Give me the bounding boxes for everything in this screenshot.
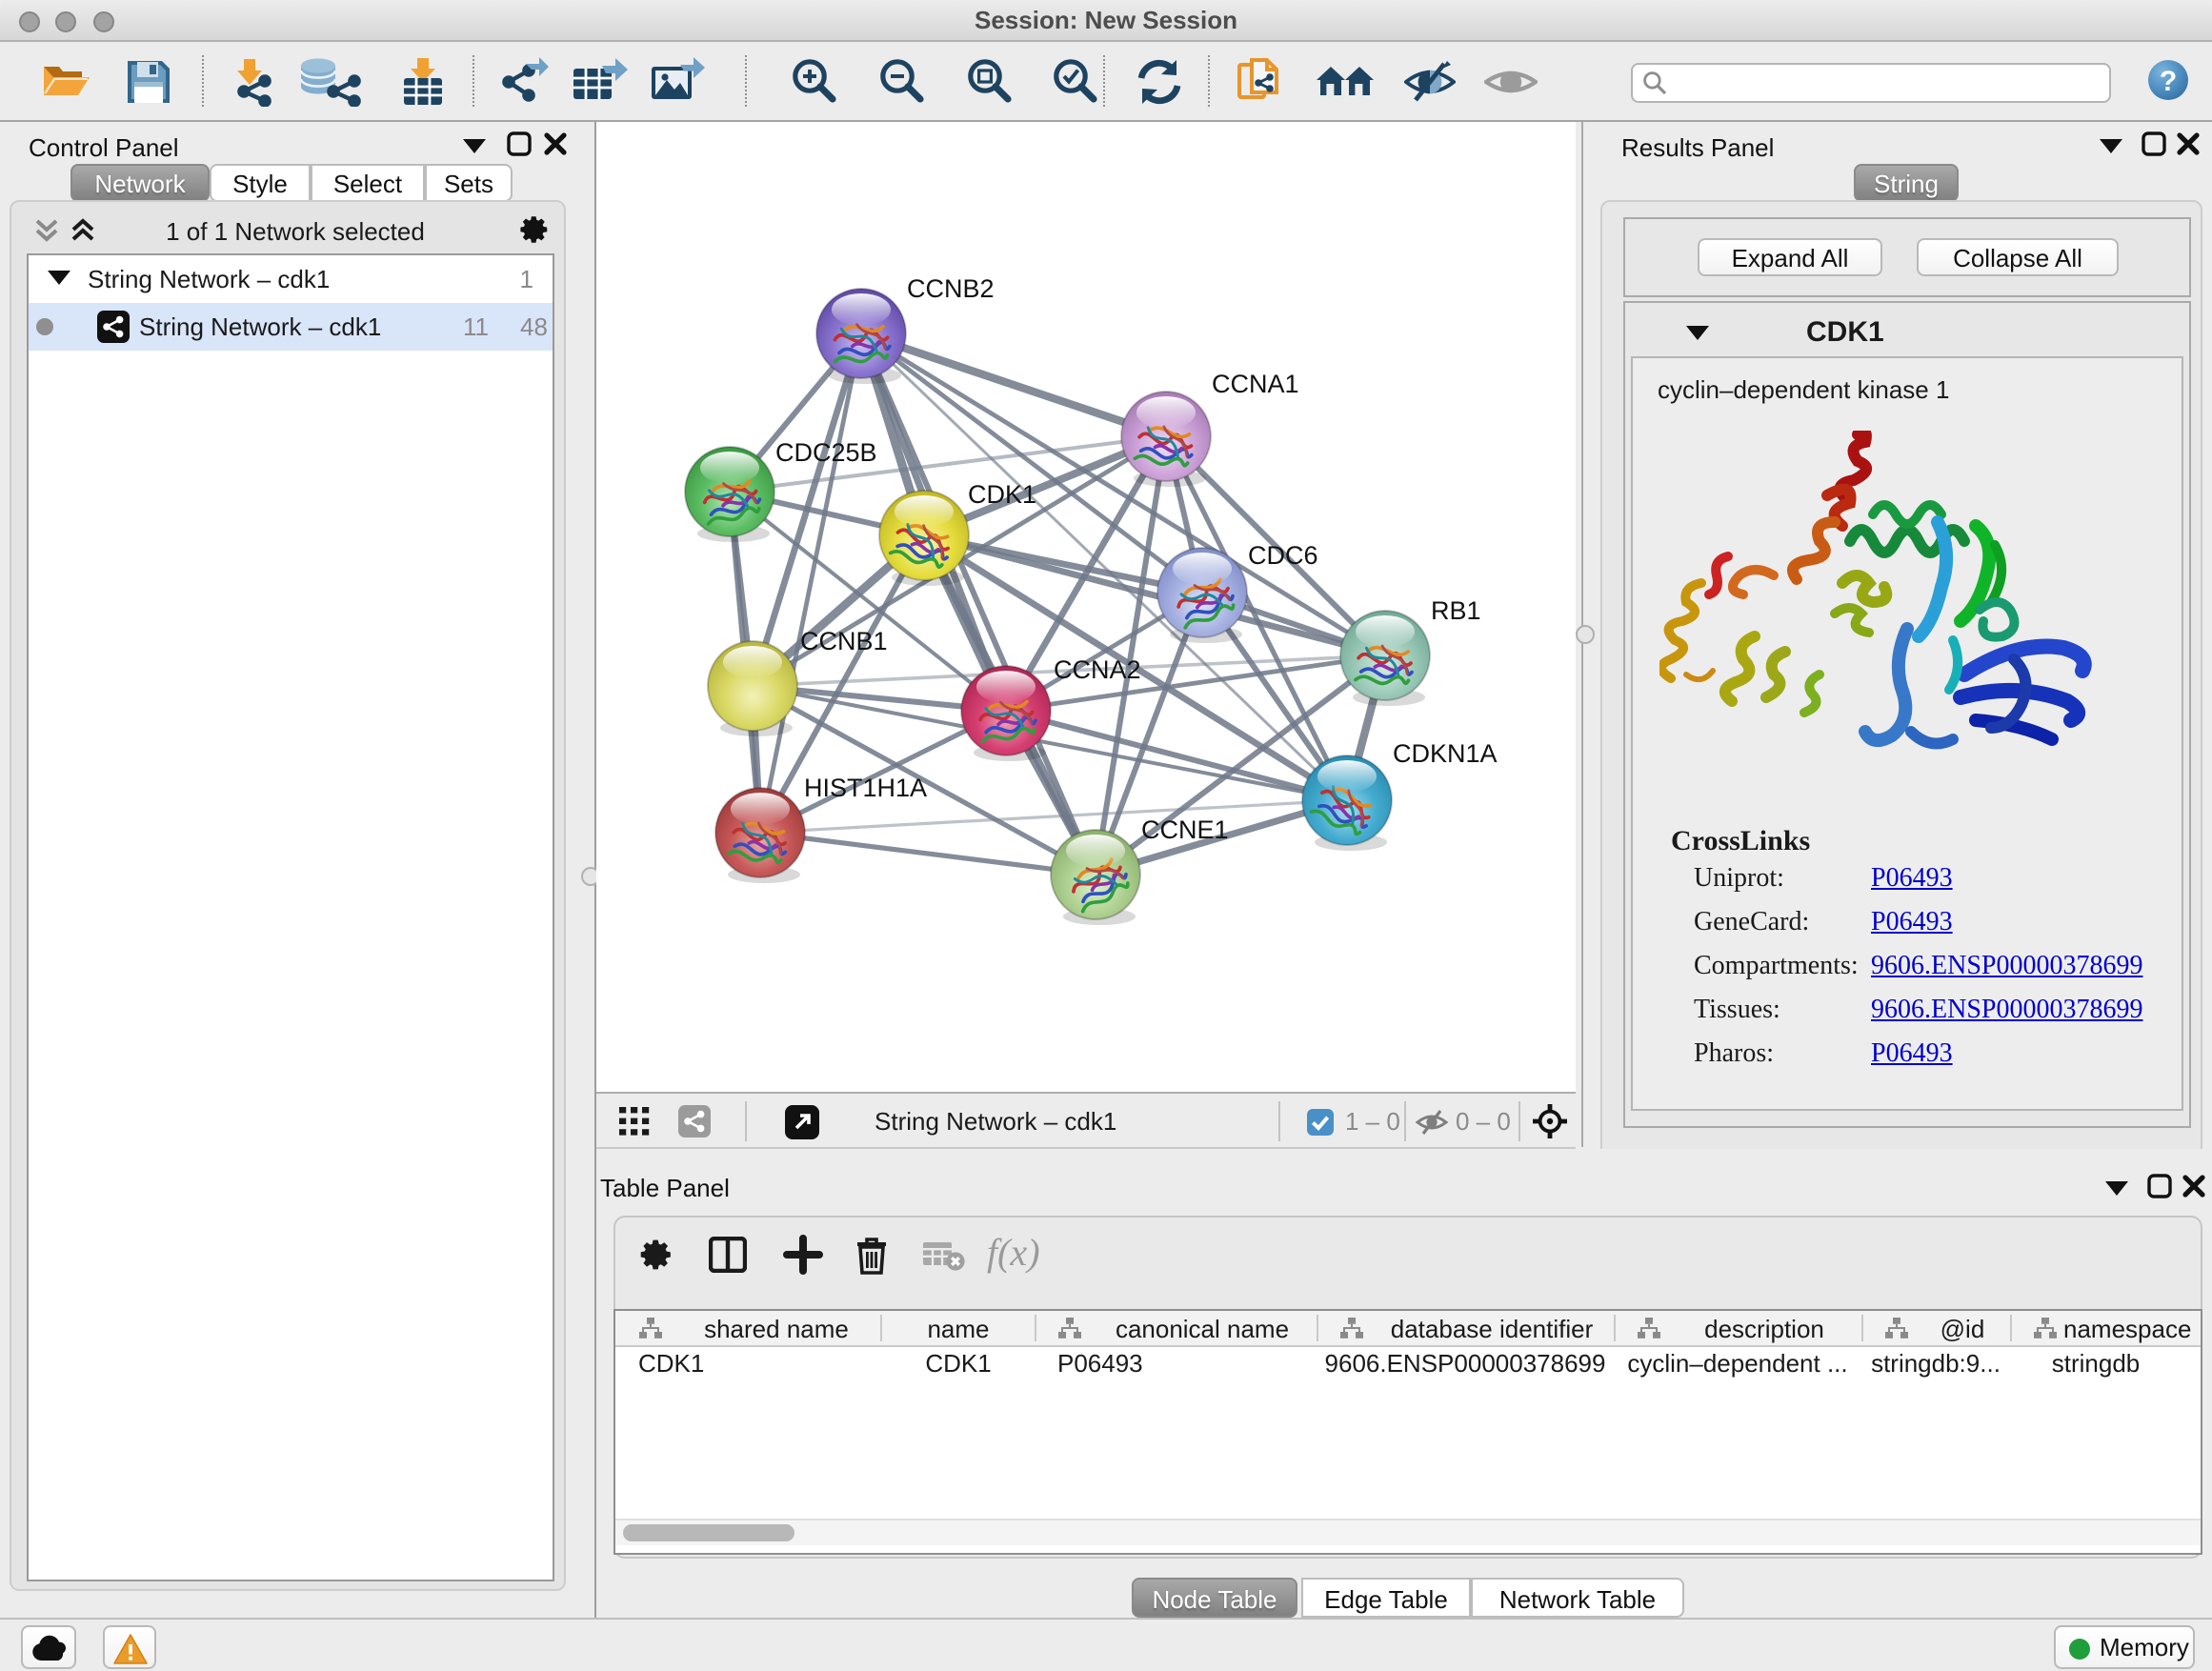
svg-text:?: ? xyxy=(2160,66,2177,97)
svg-text:CDK1: CDK1 xyxy=(968,480,1036,509)
svg-text:CCNA2: CCNA2 xyxy=(1054,655,1141,684)
svg-text:CCNE1: CCNE1 xyxy=(1141,815,1229,844)
svg-text:CDC6: CDC6 xyxy=(1248,541,1318,570)
svg-text:RB1: RB1 xyxy=(1431,596,1481,625)
svg-text:HIST1H1A: HIST1H1A xyxy=(804,774,927,802)
svg-text:CCNB1: CCNB1 xyxy=(800,627,888,655)
svg-text:CCNB2: CCNB2 xyxy=(907,274,995,303)
svg-text:CDKN1A: CDKN1A xyxy=(1393,739,1498,768)
svg-text:CCNA1: CCNA1 xyxy=(1212,370,1299,398)
svg-text:CDC25B: CDC25B xyxy=(775,438,877,467)
